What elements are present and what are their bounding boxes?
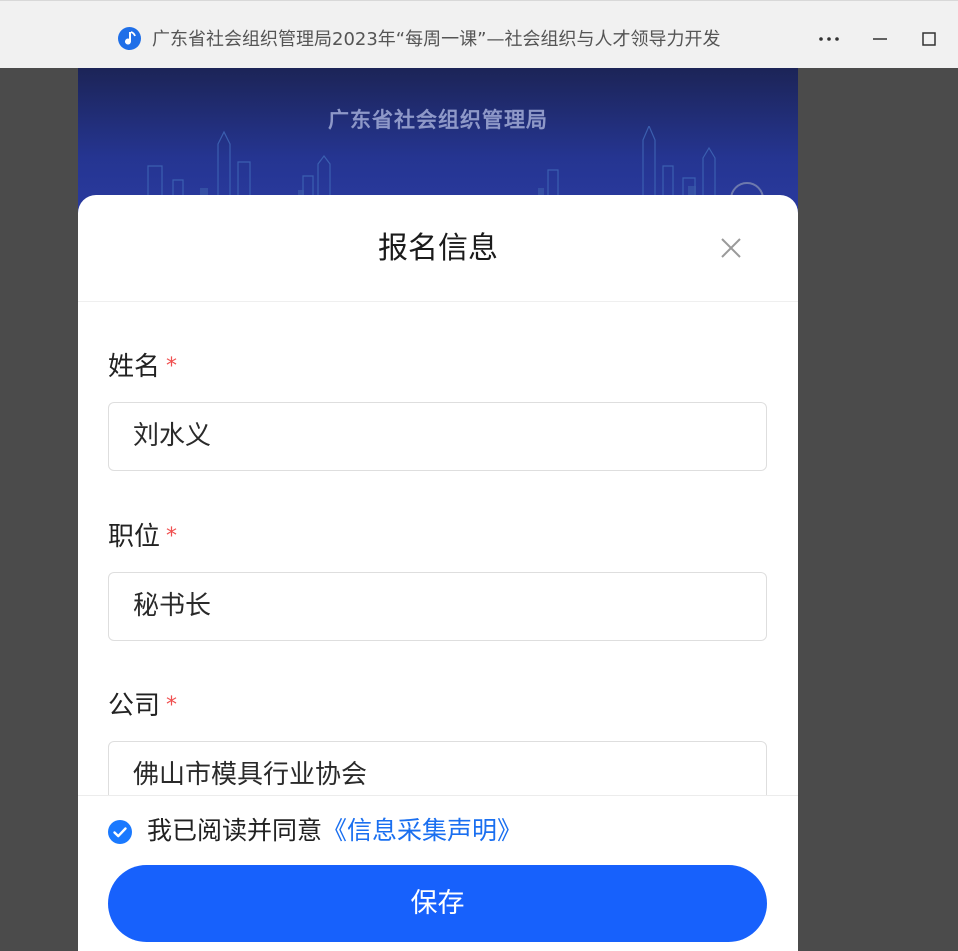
required-mark: * [166,693,178,718]
registration-sheet: 报名信息 姓名 * 刘水义 职位 * 秘书长 公司 * 佛山市模具行业协会 我已… [78,195,798,951]
privacy-statement-link[interactable]: 《信息采集声明》 [322,816,522,845]
sheet-title: 报名信息 [378,231,498,266]
position-value: 秘书长 [133,591,212,621]
name-label-text: 姓名 [108,352,161,382]
agreement-text: 我已阅读并同意《信息采集声明》 [147,814,522,848]
window-titlebar: 广东省社会组织管理局2023年“每周一课”—社会组织与人才领导力开发 [0,0,958,68]
name-label: 姓名 * [108,350,177,384]
save-button[interactable]: 保存 [108,865,767,942]
window-title: 广东省社会组织管理局2023年“每周一课”—社会组织与人才领导力开发 [152,29,721,50]
required-mark: * [166,354,178,379]
company-label: 公司 * [108,689,177,723]
agreement-label: 我已阅读并同意 [147,816,323,845]
more-icon[interactable] [812,21,848,57]
checkmark-icon [113,827,127,838]
required-mark: * [166,524,178,549]
agreement-checkbox[interactable] [108,820,132,844]
name-value: 刘水义 [133,421,212,451]
mobile-view: 广东省社会组织管理局 报名信息 姓名 * 刘水义 职位 * 秘书长 公司 * 佛… [78,68,798,951]
position-field[interactable]: 秘书长 [108,572,767,641]
sheet-header: 报名信息 [78,195,798,302]
maximize-icon[interactable] [911,21,947,57]
company-label-text: 公司 [108,691,161,721]
name-field[interactable]: 刘水义 [108,402,767,471]
sheet-footer: 我已阅读并同意《信息采集声明》 保存 [78,795,798,951]
minimize-icon[interactable] [862,21,898,57]
company-value: 佛山市模具行业协会 [133,760,368,790]
city-skyline-image [147,126,716,196]
music-note-icon [118,27,141,50]
position-label-text: 职位 [108,522,161,552]
position-label: 职位 * [108,520,177,554]
close-icon[interactable] [718,235,744,261]
